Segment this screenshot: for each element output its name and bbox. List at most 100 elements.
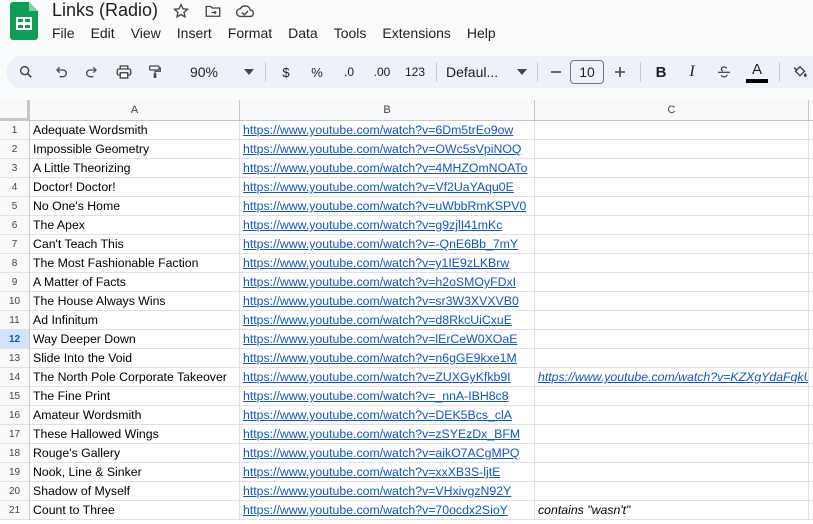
cell-extra[interactable] <box>535 121 809 140</box>
cell-empty[interactable] <box>809 368 813 387</box>
cell-extra[interactable] <box>535 406 809 425</box>
cell-link[interactable]: https://www.youtube.com/watch?v=OWc5sVpi… <box>240 140 535 159</box>
cloud-saved-icon[interactable] <box>234 1 256 21</box>
column-header-a[interactable]: A <box>30 100 240 121</box>
row-header[interactable]: 16 <box>0 406 30 425</box>
cell-link[interactable]: https://www.youtube.com/watch?v=xxXB3S-l… <box>240 463 535 482</box>
cell-title[interactable]: Nook, Line & Sinker <box>30 463 240 482</box>
redo-icon[interactable] <box>76 56 108 88</box>
cell-title[interactable]: Way Deeper Down <box>30 330 240 349</box>
youtube-link[interactable]: https://www.youtube.com/watch?v=h2oSMOyF… <box>243 275 516 289</box>
cell-extra[interactable] <box>535 387 809 406</box>
strikethrough-icon[interactable] <box>708 56 740 88</box>
cell-extra[interactable] <box>535 425 809 444</box>
cell-title[interactable]: Rouge's Gallery <box>30 444 240 463</box>
row-header[interactable]: 14 <box>0 368 30 387</box>
cell-link[interactable]: https://www.youtube.com/watch?v=n6gGE9kx… <box>240 349 535 368</box>
column-header-c[interactable]: C <box>535 100 809 121</box>
cell-link[interactable]: https://www.youtube.com/watch?v=-QnE6Bb_… <box>240 235 535 254</box>
row-header[interactable]: 9 <box>0 273 30 292</box>
fill-color-icon[interactable] <box>785 56 813 88</box>
row-header[interactable]: 12 <box>0 330 30 349</box>
cell-title[interactable]: Slide Into the Void <box>30 349 240 368</box>
youtube-link[interactable]: https://www.youtube.com/watch?v=sr3W3XVX… <box>243 294 519 308</box>
cell-link[interactable]: https://www.youtube.com/watch?v=_nnA-IBH… <box>240 387 535 406</box>
cell-title[interactable]: Adequate Wordsmith <box>30 121 240 140</box>
format-currency-button[interactable]: $ <box>271 56 301 88</box>
cell-extra[interactable] <box>535 159 809 178</box>
row-header[interactable]: 19 <box>0 463 30 482</box>
cell-empty[interactable] <box>809 463 813 482</box>
cell-empty[interactable] <box>809 292 813 311</box>
cell-link[interactable]: https://www.youtube.com/watch?v=Vf2UaYAq… <box>240 178 535 197</box>
increase-font-size-icon[interactable] <box>605 56 635 88</box>
cell-empty[interactable] <box>809 501 813 520</box>
cell-empty[interactable] <box>809 330 813 349</box>
cell-extra[interactable] <box>535 444 809 463</box>
cell-title[interactable]: The Fine Print <box>30 387 240 406</box>
youtube-link[interactable]: https://www.youtube.com/watch?v=VHxivgzN… <box>243 484 511 498</box>
cell-extra[interactable] <box>535 311 809 330</box>
zoom-select[interactable]: 90% <box>170 56 238 88</box>
cell-title[interactable]: A Matter of Facts <box>30 273 240 292</box>
cell-title[interactable]: The Apex <box>30 216 240 235</box>
font-dropdown-icon[interactable] <box>512 56 532 88</box>
cell-title[interactable]: Count to Three <box>30 501 240 520</box>
row-header[interactable]: 15 <box>0 387 30 406</box>
menu-help[interactable]: Help <box>459 24 504 42</box>
cell-empty[interactable] <box>809 425 813 444</box>
cell-extra[interactable] <box>535 349 809 368</box>
text-color-button[interactable]: A <box>740 56 774 88</box>
cell-extra[interactable] <box>535 197 809 216</box>
cell-extra[interactable] <box>535 463 809 482</box>
row-header[interactable]: 18 <box>0 444 30 463</box>
cell-link[interactable]: https://www.youtube.com/watch?v=4MHZOmNO… <box>240 159 535 178</box>
youtube-link[interactable]: https://www.youtube.com/watch?v=lErCeW0X… <box>243 332 517 346</box>
print-icon[interactable] <box>108 56 140 88</box>
format-percent-button[interactable]: % <box>301 56 333 88</box>
sheets-logo-icon[interactable] <box>10 2 38 40</box>
cell-title[interactable]: These Hallowed Wings <box>30 425 240 444</box>
column-header-b[interactable]: B <box>240 100 535 121</box>
cell-title[interactable]: Shadow of Myself <box>30 482 240 501</box>
row-header[interactable]: 2 <box>0 140 30 159</box>
youtube-link[interactable]: https://www.youtube.com/watch?v=6Dm5trEo… <box>243 123 513 137</box>
cell-empty[interactable] <box>809 197 813 216</box>
increase-decimal-button[interactable]: .00 <box>365 56 399 88</box>
menu-extensions[interactable]: Extensions <box>374 24 458 42</box>
cell-link[interactable]: https://www.youtube.com/watch?v=DEK5Bcs_… <box>240 406 535 425</box>
row-header[interactable]: 6 <box>0 216 30 235</box>
decrease-decimal-button[interactable]: .0 <box>333 56 365 88</box>
row-header[interactable]: 8 <box>0 254 30 273</box>
youtube-link[interactable]: https://www.youtube.com/watch?v=g9zjlI41… <box>243 218 502 232</box>
cell-title[interactable]: The North Pole Corporate Takeover <box>30 368 240 387</box>
cell-link[interactable]: https://www.youtube.com/watch?v=h2oSMOyF… <box>240 273 535 292</box>
cell-link[interactable]: https://www.youtube.com/watch?v=zSYEzDx_… <box>240 425 535 444</box>
row-header[interactable]: 11 <box>0 311 30 330</box>
menu-edit[interactable]: Edit <box>83 24 123 42</box>
youtube-link[interactable]: https://www.youtube.com/watch?v=DEK5Bcs_… <box>243 408 512 422</box>
youtube-link[interactable]: https://www.youtube.com/watch?v=d8RkcUiC… <box>243 313 512 327</box>
menu-data[interactable]: Data <box>280 24 326 42</box>
zoom-dropdown-icon[interactable] <box>238 56 260 88</box>
row-header[interactable]: 17 <box>0 425 30 444</box>
youtube-link[interactable]: https://www.youtube.com/watch?v=zSYEzDx_… <box>243 427 520 441</box>
menu-file[interactable]: File <box>44 24 83 42</box>
cell-link[interactable]: https://www.youtube.com/watch?v=VHxivgzN… <box>240 482 535 501</box>
cell-extra[interactable] <box>535 292 809 311</box>
cell-empty[interactable] <box>809 254 813 273</box>
star-icon[interactable] <box>170 1 192 21</box>
cell-link[interactable]: https://www.youtube.com/watch?v=70ocdx2S… <box>240 501 535 520</box>
cell-extra[interactable]: https://www.youtube.com/watch?v=KZXgYdaF… <box>535 368 809 387</box>
cell-extra[interactable] <box>535 482 809 501</box>
cell-title[interactable]: Amateur Wordsmith <box>30 406 240 425</box>
cell-link[interactable]: https://www.youtube.com/watch?v=lErCeW0X… <box>240 330 535 349</box>
search-menus-icon[interactable] <box>6 56 46 88</box>
cell-extra[interactable] <box>535 178 809 197</box>
cell-empty[interactable] <box>809 235 813 254</box>
cell-title[interactable]: No One's Home <box>30 197 240 216</box>
row-header[interactable]: 5 <box>0 197 30 216</box>
youtube-link[interactable]: https://www.youtube.com/watch?v=70ocdx2S… <box>243 503 508 517</box>
cell-title[interactable]: The House Always Wins <box>30 292 240 311</box>
cell-empty[interactable] <box>809 406 813 425</box>
